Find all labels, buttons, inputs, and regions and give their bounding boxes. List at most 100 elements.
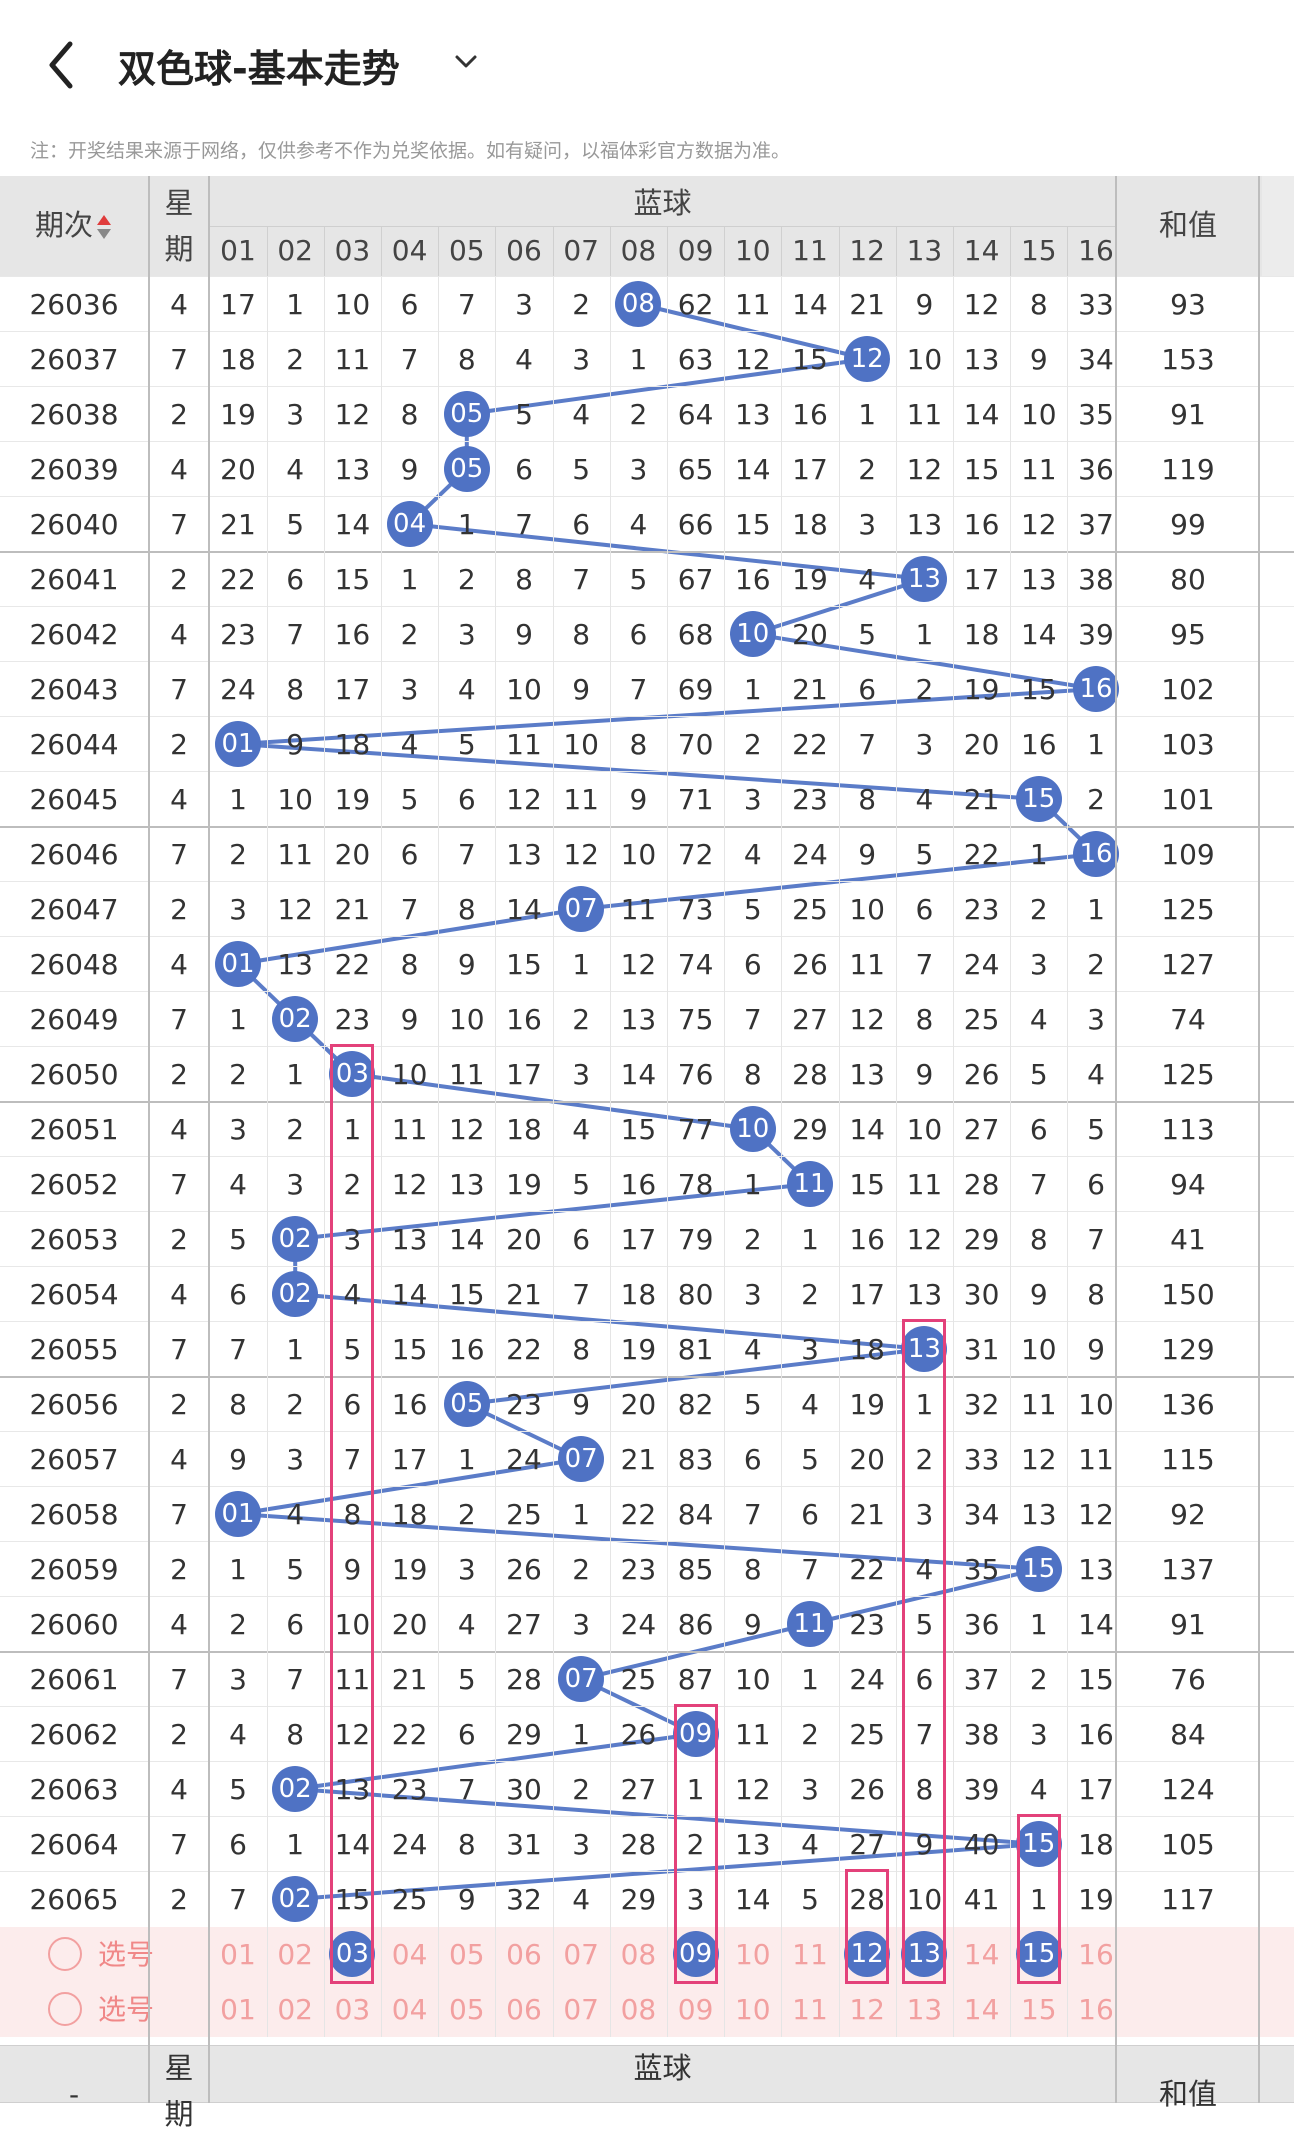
blue-ball-hit[interactable]: 12 <box>844 336 891 382</box>
selectable-number[interactable]: 04 <box>382 1982 438 2037</box>
blue-ball-hit[interactable]: 15 <box>1015 1821 1062 1867</box>
blue-ball-hit[interactable]: 02 <box>272 1271 319 1317</box>
omission-cell: 3 <box>858 508 877 541</box>
blue-ball-hit[interactable]: 07 <box>558 886 605 932</box>
selectable-number[interactable]: 13 <box>896 1982 952 2037</box>
selectable-number[interactable]: 02 <box>267 1982 323 2037</box>
blue-ball-hit[interactable]: 13 <box>901 1326 948 1372</box>
blue-ball-hit[interactable]: 09 <box>672 1711 719 1757</box>
issue-cell: 26037 <box>29 343 119 376</box>
selectable-number[interactable]: 09 <box>668 1982 724 2037</box>
selectable-number[interactable]: 06 <box>496 1927 552 1982</box>
blue-ball-hit[interactable]: 02 <box>272 1766 319 1812</box>
selectable-number[interactable]: 11 <box>782 1982 838 2037</box>
blue-ball-hit[interactable]: 01 <box>215 721 261 767</box>
issue-cell: 26049 <box>29 1003 119 1036</box>
omission-cell: 10 <box>734 1663 771 1696</box>
sum-cell: 76 <box>1170 1663 1206 1696</box>
select-row-label[interactable]: 选号 <box>98 1982 154 2037</box>
sum-header: 和值 <box>1158 208 1217 242</box>
week-cell: 4 <box>170 1608 188 1641</box>
omission-cell: 4 <box>743 838 762 871</box>
back-button[interactable] <box>40 30 90 100</box>
sum-cell: 92 <box>1170 1498 1206 1531</box>
selectable-number[interactable]: 10 <box>725 1927 781 1982</box>
selectable-number[interactable]: 15 <box>1011 1982 1067 2037</box>
omission-cell: 6 <box>343 1388 362 1421</box>
blue-ball-hit[interactable]: 07 <box>558 1436 605 1482</box>
selected-blue-ball[interactable]: 15 <box>1015 1931 1062 1977</box>
week-cell: 7 <box>170 343 188 376</box>
blue-ball-hit[interactable]: 10 <box>729 611 776 657</box>
blue-ball-hit[interactable]: 15 <box>1015 776 1062 822</box>
selectable-number[interactable]: 12 <box>839 1982 895 2037</box>
omission-cell: 12 <box>1020 508 1057 541</box>
omission-cell: 5 <box>572 453 591 486</box>
blue-ball-hit[interactable]: 02 <box>272 1216 319 1262</box>
blue-ball-hit[interactable]: 08 <box>615 281 662 327</box>
selectable-number[interactable]: 05 <box>439 1927 495 1982</box>
selectable-number[interactable]: 14 <box>954 1982 1010 2037</box>
blue-ball-hit[interactable]: 13 <box>901 556 948 602</box>
week-cell: 2 <box>170 1058 188 1091</box>
selectable-number[interactable]: 01 <box>210 1982 266 2037</box>
blue-ball-hit[interactable]: 03 <box>329 1051 376 1097</box>
blue-ball-hit[interactable]: 16 <box>1073 831 1119 877</box>
omission-cell: 2 <box>572 288 591 321</box>
selectable-number[interactable]: 07 <box>553 1927 609 1982</box>
omission-cell: 3 <box>1029 1718 1048 1751</box>
selectable-number[interactable]: 08 <box>610 1927 666 1982</box>
selectable-number[interactable]: 07 <box>553 1982 609 2037</box>
blue-ball-hit[interactable]: 11 <box>787 1601 833 1647</box>
select-radio[interactable] <box>48 1992 82 2026</box>
select-row-label[interactable]: 选号 <box>98 1927 154 1982</box>
selectable-number[interactable]: 04 <box>382 1927 438 1982</box>
selectable-number[interactable]: 08 <box>610 1982 666 2037</box>
issue-header-label: 期次 <box>34 208 93 242</box>
selectable-number[interactable]: 02 <box>267 1927 323 1982</box>
selectable-number[interactable]: 06 <box>496 1982 552 2037</box>
omission-cell: 8 <box>572 618 591 651</box>
blue-ball-hit[interactable]: 16 <box>1073 666 1119 712</box>
omission-cell: 3 <box>457 1553 476 1586</box>
header-col-divider <box>1067 227 1069 277</box>
blue-ball-hit[interactable]: 02 <box>272 996 319 1042</box>
blue-ball-hit[interactable]: 15 <box>1015 1546 1062 1592</box>
omission-cell: 4 <box>629 508 648 541</box>
blue-ball-hit[interactable]: 07 <box>558 1656 605 1702</box>
select-radio[interactable] <box>48 1937 82 1971</box>
omission-cell: 16 <box>1020 728 1057 761</box>
omission-cell: 24 <box>620 1608 657 1641</box>
selected-blue-ball[interactable]: 12 <box>844 1931 891 1977</box>
blue-ball-hit[interactable]: 02 <box>272 1876 319 1922</box>
selected-blue-ball[interactable]: 09 <box>672 1931 719 1977</box>
selectable-number[interactable]: 11 <box>782 1927 838 1982</box>
header-col-divider <box>667 227 668 277</box>
blue-ball-hit[interactable]: 10 <box>729 1106 776 1152</box>
omission-cell: 70 <box>677 728 714 761</box>
omission-cell: 27 <box>792 1003 828 1036</box>
selectable-number[interactable]: 03 <box>324 1982 380 2037</box>
blue-ball-hit[interactable]: 01 <box>215 1491 261 1537</box>
omission-cell: 12 <box>506 783 542 816</box>
selectable-number[interactable]: 10 <box>725 1982 781 2037</box>
omission-cell: 2 <box>801 1278 819 1311</box>
selectable-number[interactable]: 14 <box>954 1927 1010 1982</box>
blue-ball-hit[interactable]: 05 <box>443 391 490 437</box>
issue-sort-header[interactable]: 期次 <box>0 198 148 253</box>
omission-cell: 28 <box>506 1663 542 1696</box>
title-dropdown-button[interactable] <box>448 44 484 80</box>
blue-ball-hit[interactable]: 05 <box>443 1381 490 1427</box>
blue-ball-hit[interactable]: 01 <box>215 941 261 987</box>
omission-cell: 16 <box>620 1168 657 1201</box>
page-title[interactable]: 双色球-基本走势 <box>118 38 400 93</box>
omission-cell: 8 <box>286 673 305 706</box>
selectable-number[interactable]: 05 <box>439 1982 495 2037</box>
footer-week-line2: 期 <box>164 2097 194 2131</box>
omission-cell: 2 <box>858 453 877 486</box>
blue-ball-hit[interactable]: 11 <box>787 1161 833 1207</box>
issue-cell: 26044 <box>29 728 119 761</box>
blue-ball-hit[interactable]: 04 <box>386 501 433 547</box>
blue-ball-hit[interactable]: 05 <box>443 446 490 492</box>
selectable-number[interactable]: 01 <box>210 1927 266 1982</box>
